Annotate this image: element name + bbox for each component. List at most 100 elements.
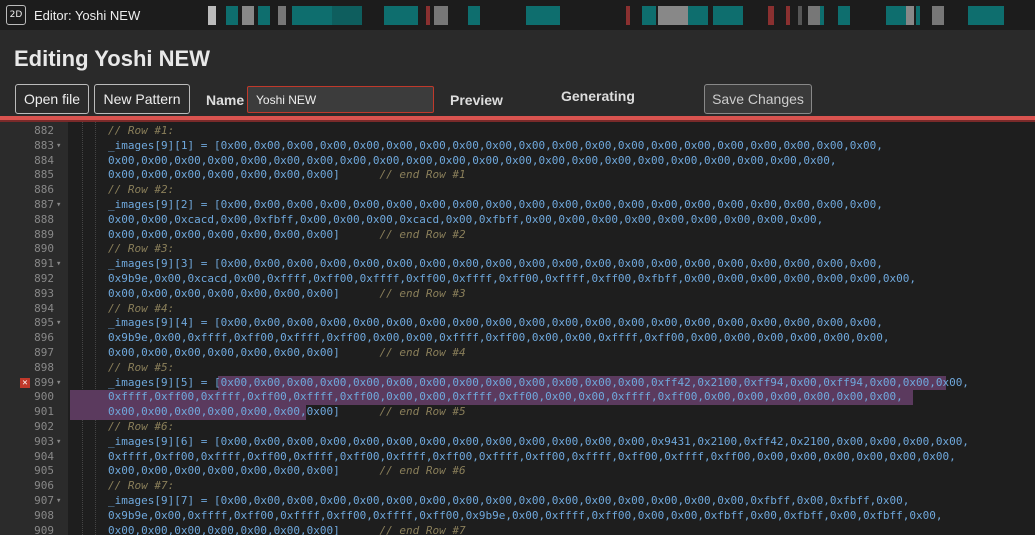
- pattern-strip-segment: [292, 6, 332, 25]
- code-text: // Row #2:: [108, 183, 174, 198]
- line-number: 904: [34, 449, 54, 463]
- code-text: 0x00,0x00,0x00,0x00,0x00,0x00,0x00,0x00,…: [108, 153, 837, 167]
- fold-toggle-icon[interactable]: ▾: [56, 198, 61, 213]
- code-text: 0x00,0x00,0x00,0x00,0x00,0x00,0x00] // e…: [108, 405, 466, 419]
- line-number: 905: [34, 464, 54, 478]
- code-comment: // end Row #1: [379, 168, 466, 182]
- code-text: _images[9][5] = [0x00,0x00,0x00,0x00,0x0…: [108, 375, 969, 389]
- code-line[interactable]: 900 0xffff,0xff00,0xffff,0xff00,0xffff,0x…: [0, 390, 1035, 405]
- code-line[interactable]: 889 0x00,0x00,0x00,0x00,0x00,0x00,0x00] /…: [0, 228, 1035, 243]
- code-line[interactable]: 895 ▾ _images[9][4] = [0x00,0x00,0x00,0x00…: [0, 316, 1035, 331]
- line-number: 884: [34, 153, 54, 167]
- code-line[interactable]: 890 // Row #3:: [0, 242, 1035, 257]
- generating-label: Generating: [561, 88, 635, 104]
- fold-toggle-icon[interactable]: ▾: [56, 435, 61, 450]
- code-line[interactable]: 884 0x00,0x00,0x00,0x00,0x00,0x00,0x00,0x…: [0, 154, 1035, 169]
- pattern-strip-segment: [526, 6, 560, 25]
- line-number: 908: [34, 508, 54, 522]
- code-text: // Row #5:: [108, 361, 174, 376]
- code-line[interactable]: 904 0xffff,0xff00,0xffff,0xff00,0xffff,0x…: [0, 450, 1035, 465]
- code-line[interactable]: 899 ▾ ✕ _images[9][5] = [0x00,0x00,0x00,0x0…: [0, 376, 1035, 391]
- line-number: 903: [34, 434, 54, 448]
- page-title: Editing Yoshi NEW: [14, 46, 210, 71]
- code-text: 0x9b9e,0x00,0xcacd,0x00,0xffff,0xff00,0x…: [108, 272, 916, 285]
- code-comment: // Row #2:: [108, 183, 175, 197]
- pattern-strip-segment: [242, 6, 254, 25]
- code-line[interactable]: 886 // Row #2:: [0, 183, 1035, 198]
- code-comment: // Row #3:: [108, 242, 175, 256]
- code-editor[interactable]: 882 // Row #1: 883 ▾ _images[9][1] = [0x00,0…: [0, 122, 1035, 535]
- new-pattern-button[interactable]: New Pattern: [94, 84, 190, 114]
- code-text: // Row #4:: [108, 302, 174, 317]
- line-number: 902: [34, 420, 54, 433]
- code-text: _images[9][2] = [0x00,0x00,0x00,0x00,0x0…: [108, 198, 883, 211]
- code-line[interactable]: 905 0x00,0x00,0x00,0x00,0x00,0x00,0x00] /…: [0, 464, 1035, 479]
- code-line[interactable]: 888 0x00,0x00,0xcacd,0x00,0xfbff,0x00,0x0…: [0, 213, 1035, 228]
- pattern-strip-segment: [916, 6, 920, 25]
- line-number: 895: [34, 316, 54, 330]
- app-icon: 2D: [6, 5, 26, 25]
- code-line[interactable]: 896 0x9b9e,0x00,0xffff,0xff00,0xffff,0xff…: [0, 331, 1035, 346]
- pattern-strip-segment: [626, 6, 630, 25]
- code-line[interactable]: 885 0x00,0x00,0x00,0x00,0x00,0x00,0x00] /…: [0, 168, 1035, 183]
- pattern-strip-segment: [688, 6, 708, 25]
- line-number: 900: [34, 390, 54, 404]
- code-line[interactable]: 883 ▾ _images[9][1] = [0x00,0x00,0x00,0x00…: [0, 139, 1035, 154]
- line-number: 894: [34, 301, 54, 315]
- pattern-strip-segment: [768, 6, 774, 25]
- code-text: // Row #6:: [108, 420, 174, 435]
- code-text: // Row #3:: [108, 242, 174, 257]
- pattern-strip-segment: [838, 6, 850, 25]
- name-input[interactable]: [247, 86, 434, 113]
- code-line[interactable]: 892 0x9b9e,0x00,0xcacd,0x00,0xffff,0xff00…: [0, 272, 1035, 287]
- code-line[interactable]: 901 0x00,0x00,0x00,0x00,0x00,0x00,0x00] /…: [0, 405, 1035, 420]
- pattern-strip-segment: [434, 6, 448, 25]
- pattern-strip-segment: [226, 6, 238, 25]
- code-line[interactable]: 894 // Row #4:: [0, 302, 1035, 317]
- fold-toggle-icon[interactable]: ▾: [56, 139, 61, 154]
- code-text: 0x00,0x00,0x00,0x00,0x00,0x00,0x00] // e…: [108, 168, 466, 182]
- code-comment: // end Row #3: [379, 286, 466, 300]
- pattern-strip-segment: [468, 6, 480, 25]
- code-line[interactable]: 907 ▾ _images[9][7] = [0x00,0x00,0x00,0x00…: [0, 494, 1035, 509]
- line-number: 907: [34, 494, 54, 507]
- toolbar: Open file New Pattern Name Preview Gener…: [0, 82, 1035, 116]
- code-line[interactable]: 898 // Row #5:: [0, 361, 1035, 376]
- fold-toggle-icon[interactable]: ▾: [56, 376, 61, 391]
- code-line[interactable]: 897 0x00,0x00,0x00,0x00,0x00,0x00,0x00] /…: [0, 346, 1035, 361]
- line-number: 885: [34, 168, 54, 182]
- line-number: 909: [34, 523, 54, 535]
- line-number: 882: [34, 124, 54, 137]
- code-line[interactable]: 906 // Row #7:: [0, 479, 1035, 494]
- code-text: 0x00,0x00,0x00,0x00,0x00,0x00,0x00] // e…: [108, 523, 466, 535]
- code-text: 0x9b9e,0x00,0xffff,0xff00,0xffff,0xff00,…: [108, 331, 890, 345]
- code-text: 0x00,0x00,0x00,0x00,0x00,0x00,0x00] // e…: [108, 346, 466, 359]
- code-comment: // Row #7:: [108, 479, 175, 493]
- pattern-strip-segment: [658, 6, 688, 25]
- code-text: // Row #1:: [108, 124, 174, 139]
- line-number: 887: [34, 198, 54, 211]
- code-line[interactable]: 893 0x00,0x00,0x00,0x00,0x00,0x00,0x00] /…: [0, 287, 1035, 302]
- pattern-strip-segment: [332, 6, 362, 25]
- line-number: 898: [34, 360, 54, 374]
- code-text: 0x00,0x00,0xcacd,0x00,0xfbff,0x00,0x00,0…: [108, 212, 824, 226]
- fold-toggle-icon[interactable]: ▾: [56, 316, 61, 331]
- code-line[interactable]: 902 // Row #6:: [0, 420, 1035, 435]
- error-marker-icon[interactable]: ✕: [20, 377, 30, 388]
- code-line[interactable]: 891 ▾ _images[9][3] = [0x00,0x00,0x00,0x00…: [0, 257, 1035, 272]
- code-comment: // end Row #6: [379, 464, 466, 478]
- line-number: 883: [34, 138, 54, 152]
- code-line[interactable]: 903 ▾ _images[9][6] = [0x00,0x00,0x00,0x00…: [0, 435, 1035, 450]
- code-line[interactable]: 887 ▾ _images[9][2] = [0x00,0x00,0x00,0x00…: [0, 198, 1035, 213]
- code-line[interactable]: 882 // Row #1:: [0, 124, 1035, 139]
- code-text: 0xffff,0xff00,0xffff,0xff00,0xffff,0xff0…: [108, 449, 956, 463]
- open-file-button[interactable]: Open file: [15, 84, 89, 114]
- save-changes-button[interactable]: Save Changes: [704, 84, 812, 114]
- fold-toggle-icon[interactable]: ▾: [56, 494, 61, 509]
- code-line[interactable]: 909 0x00,0x00,0x00,0x00,0x00,0x00,0x00] /…: [0, 524, 1035, 535]
- pattern-strip-segment: [974, 6, 1004, 25]
- pattern-strip-segment: [820, 6, 824, 25]
- line-number: 906: [34, 479, 54, 493]
- code-line[interactable]: 908 0x9b9e,0x00,0xffff,0xff00,0xffff,0xff…: [0, 509, 1035, 524]
- fold-toggle-icon[interactable]: ▾: [56, 257, 61, 272]
